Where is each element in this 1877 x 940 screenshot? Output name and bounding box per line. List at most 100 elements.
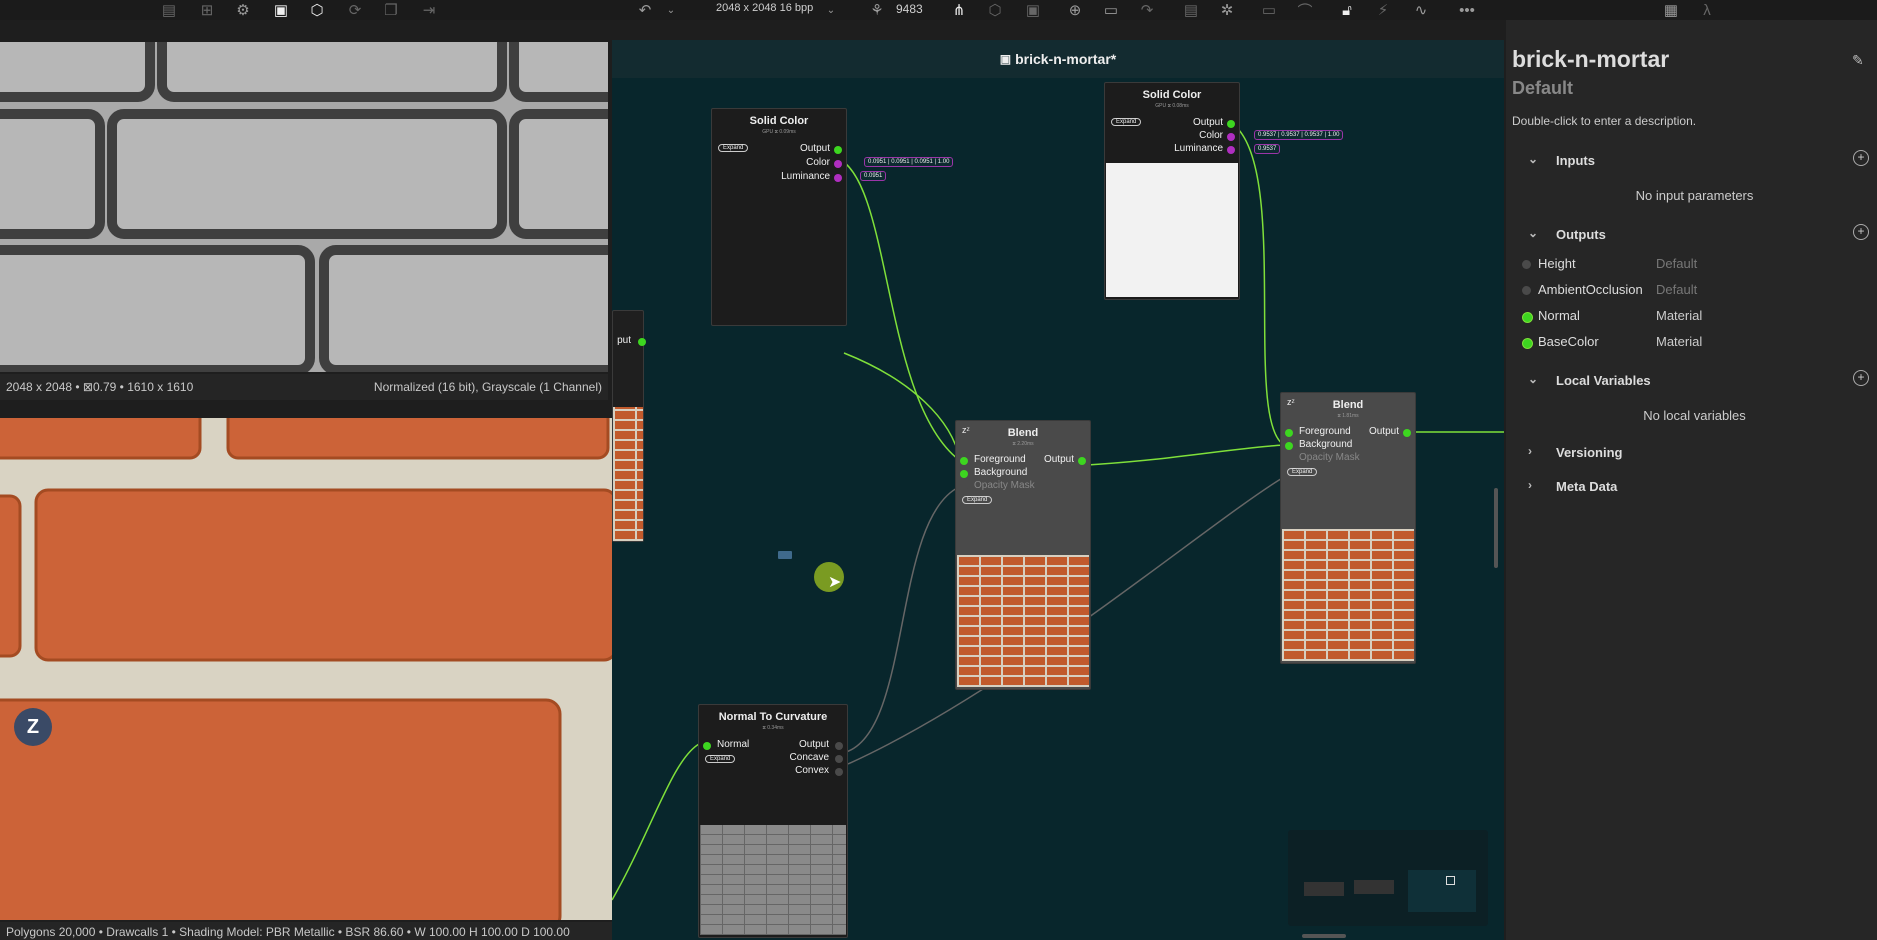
horizontal-scrollbar[interactable] [1302,934,1346,938]
curve-icon[interactable]: ⌒ [1294,0,1316,20]
partial-output-port[interactable] [638,338,646,346]
unlock-icon[interactable]: 🔓︎ [1336,0,1358,20]
copy-icon[interactable]: ❐ [380,0,402,20]
settings-gear-icon[interactable]: ⚙ [232,0,254,20]
concave-label: Concave [789,752,829,763]
viewport-2d[interactable] [0,42,608,372]
nodes-icon[interactable]: ✲ [1216,0,1238,20]
background-port[interactable] [960,470,968,478]
foreground-port[interactable] [960,457,968,465]
foreground-port[interactable] [1285,429,1293,437]
output-port[interactable] [835,742,843,750]
opacity-mask-port[interactable] [960,483,968,491]
outputs-section-header[interactable]: ⌄ Outputs + [1512,222,1877,248]
minimap-marker [1446,876,1455,885]
node-title: Blend [1007,427,1039,439]
image-view-icon[interactable]: ▣ [270,0,292,20]
output-type[interactable]: Material [1656,308,1702,323]
package-icon[interactable]: ⊞ [196,0,218,20]
output-label: Output [1043,454,1074,465]
curvature-thumbnail [700,825,846,935]
output-type[interactable]: Material [1656,334,1702,349]
image-icon[interactable]: ▣ [1022,0,1044,20]
solid-color-node-2[interactable]: Solid Color GPU ⧖ 0.08ms Expand Output C… [1104,82,1240,300]
seed-value[interactable]: 9483 [896,2,923,16]
inputs-section-header[interactable]: ⌄ Inputs + [1512,148,1877,174]
graph-view-icon[interactable]: ⋔ [948,0,970,20]
color-port[interactable] [834,160,842,168]
output-row[interactable]: AmbientOcclusion Default [1512,278,1877,302]
graph-name[interactable]: brick-n-mortar [1512,46,1669,73]
background-port[interactable] [1285,442,1293,450]
export-icon[interactable]: ⇥ [418,0,440,20]
output-port[interactable] [1227,120,1235,128]
opacity-mask-port[interactable] [1285,455,1293,463]
output-row[interactable]: Normal Material [1512,304,1877,328]
edit-pencil-icon[interactable]: ✎ [1852,52,1864,69]
lambda-icon[interactable]: λ [1696,0,1718,20]
library-icon[interactable]: ▤ [158,0,180,20]
expand-button[interactable]: Expand [1111,118,1142,126]
luminance-port[interactable] [834,174,842,182]
convex-port[interactable] [835,768,843,776]
blend-node-1[interactable]: zᶻ Blend ⧖ 2.20ms Foreground Background … [955,420,1091,690]
expand-button[interactable]: Expand [705,755,736,763]
graph-settings-icon[interactable]: ▦ [1660,0,1682,20]
axis-gizmo-icon[interactable]: Z [14,708,52,746]
panel-icon[interactable]: ▤ [1180,0,1202,20]
color-value-box-2[interactable]: 0.9537 | 0.9537 | 0.9537 | 1.00 [1254,130,1344,140]
add-node-icon[interactable]: ⊕ [1064,0,1086,20]
concave-port[interactable] [835,755,843,763]
meta-data-section-header[interactable]: › Meta Data [1512,474,1877,500]
redo-icon[interactable]: ↷ [1136,0,1158,20]
blend-node-2[interactable]: zᶻ Blend ⧖ 1.81ms Foreground Background … [1280,392,1416,664]
add-output-icon[interactable]: + [1853,224,1869,240]
viewport-3d[interactable]: Z [0,418,612,920]
add-input-icon[interactable]: + [1853,150,1869,166]
node-timing: ⧖ 2.20ms [1012,441,1034,447]
output-status-dot [1522,286,1531,295]
graph-variant[interactable]: Default [1512,78,1573,99]
more-icon[interactable]: ••• [1456,0,1478,20]
luminance-port[interactable] [1227,146,1235,154]
expand-button[interactable]: Expand [962,496,993,504]
local-variables-section-header[interactable]: ⌄ Local Variables + [1512,368,1877,394]
minimap-viewport[interactable] [1408,870,1476,912]
luminance-value-box-1[interactable]: 0.0951 [860,171,887,181]
output-type[interactable]: Default [1656,256,1697,271]
partial-node[interactable]: put [612,310,646,542]
output-type[interactable]: Default [1656,282,1697,297]
flash-icon[interactable]: ⚡︎ [1372,0,1394,20]
expand-button[interactable]: Expand [1287,468,1318,476]
node-graph-canvas[interactable]: ▣ brick-n-mortar* put Solid Color GPU ⧖ … [612,40,1504,940]
3d-icon[interactable]: ⬡ [984,0,1006,20]
add-variable-icon[interactable]: + [1853,370,1869,386]
versioning-section-header[interactable]: › Versioning [1512,440,1877,466]
save-icon[interactable]: ▭ [1100,0,1122,20]
blend-thumbnail [1282,529,1414,661]
graph-minimap[interactable] [1288,830,1488,926]
normal-input-port[interactable] [703,742,711,750]
vertical-scrollbar[interactable] [1494,488,1498,568]
resolution-select[interactable]: 2048 x 2048 16 bpp [716,2,813,14]
solid-color-node-1[interactable]: Solid Color GPU ⧖ 0.09ms Expand Output C… [711,108,847,326]
chevron-down-icon[interactable]: ⌄ [660,0,682,20]
luminance-value-box-2[interactable]: 0.9537 [1254,144,1281,154]
output-row[interactable]: BaseColor Material [1512,330,1877,354]
normal-to-curvature-node[interactable]: Normal To Curvature ⧖ 0.34ms Normal Outp… [698,704,848,938]
expand-button[interactable]: Expand [718,144,749,152]
resolution-chevron-icon[interactable]: ⌄ [820,0,842,20]
refresh-icon[interactable]: ⟳ [344,0,366,20]
output-row[interactable]: Height Default [1512,252,1877,276]
description-field[interactable]: Double-click to enter a description. [1512,114,1696,128]
undo-icon[interactable]: ↶ [634,0,656,20]
cube-view-icon[interactable]: ⬡ [306,0,328,20]
output-port[interactable] [1078,457,1086,465]
wave-icon[interactable]: ∿ [1410,0,1432,20]
output-port[interactable] [1403,429,1411,437]
color-port[interactable] [1227,133,1235,141]
color-value-box-1[interactable]: 0.0951 | 0.0951 | 0.0951 | 1.00 [864,157,954,167]
node-timing: ⧖ 0.34ms [762,725,784,731]
output-port[interactable] [834,146,842,154]
terminal-icon[interactable]: ▭ [1258,0,1280,20]
